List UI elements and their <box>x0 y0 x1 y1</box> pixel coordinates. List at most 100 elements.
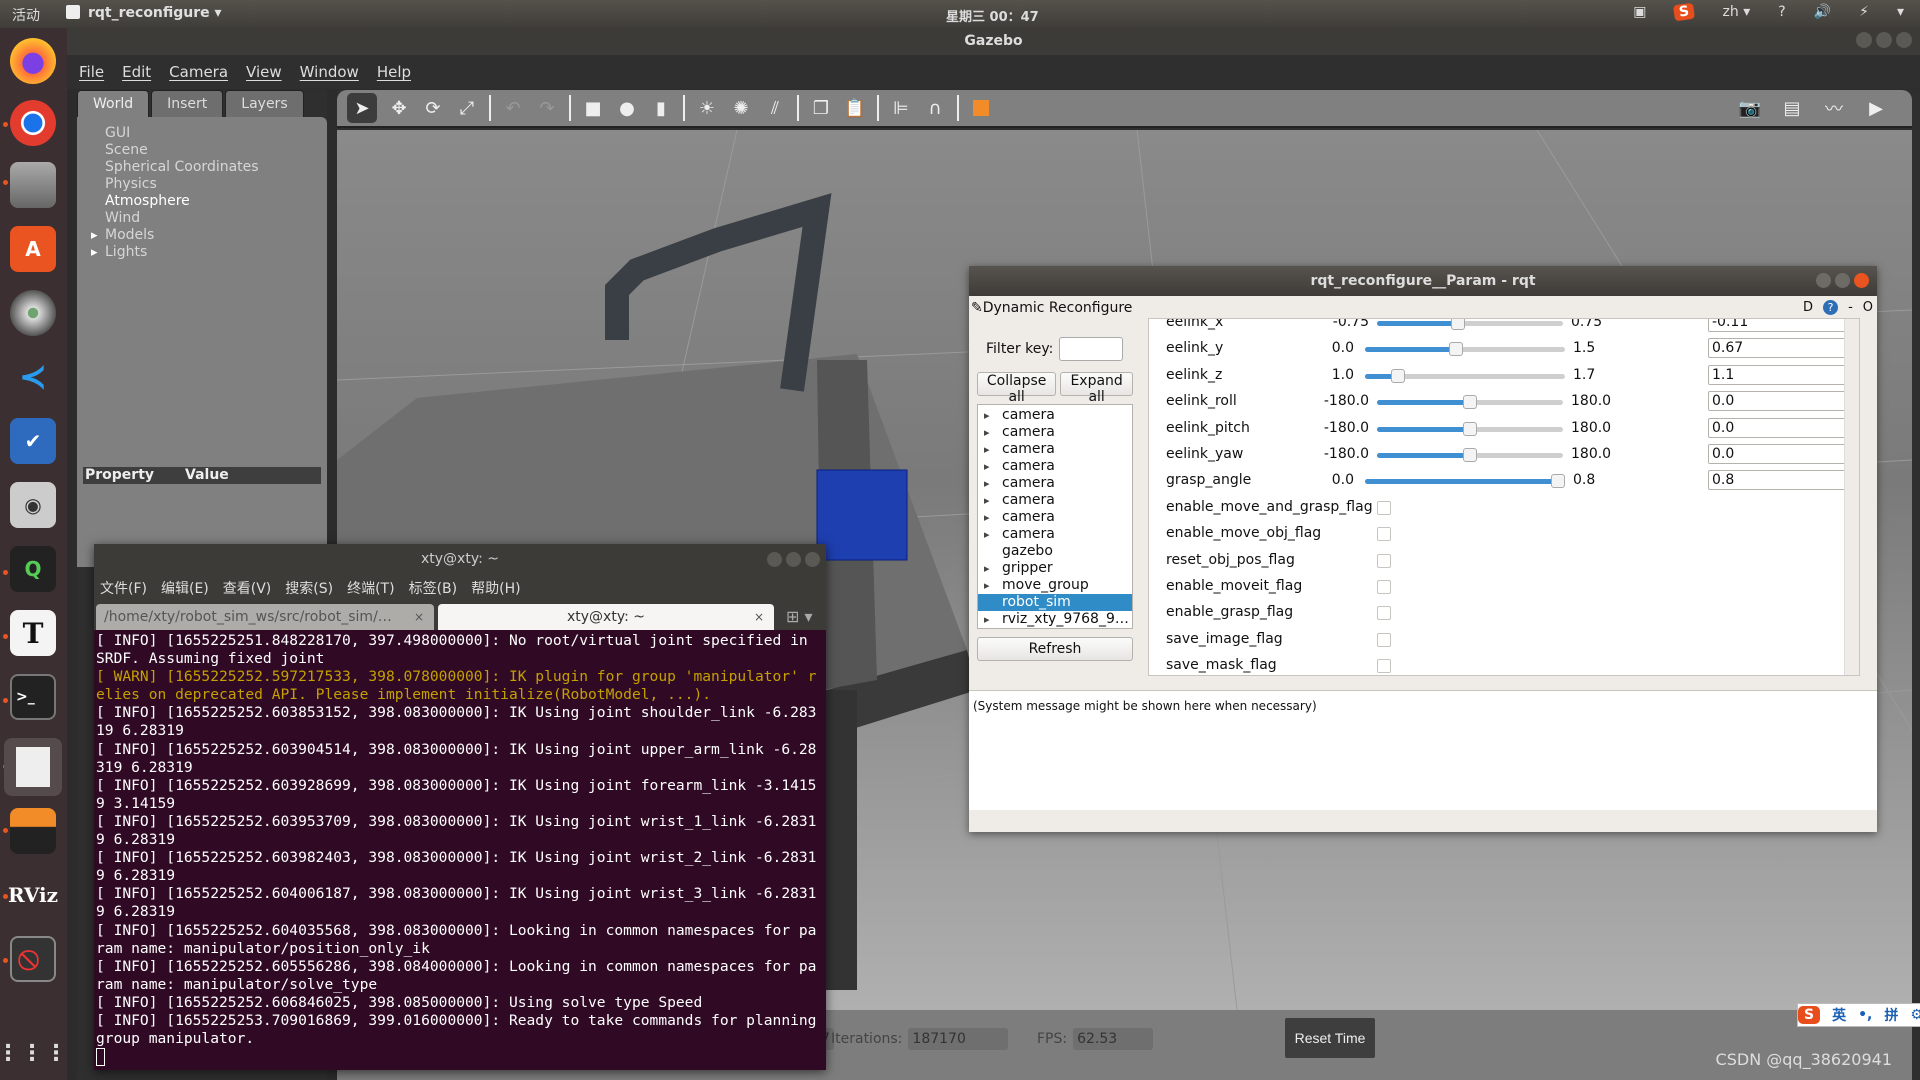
param-value-input[interactable]: 0.0 <box>1708 391 1848 412</box>
language-selector[interactable]: zh ▾ <box>1723 4 1751 20</box>
rviz-icon[interactable]: RViz <box>8 872 58 918</box>
log-icon[interactable]: ▤ <box>1780 96 1804 120</box>
file-cabinet-icon[interactable] <box>10 162 56 208</box>
flag-checkbox[interactable] <box>1377 632 1391 647</box>
app-grid-icon[interactable]: ⋮⋮⋮ <box>0 1030 67 1076</box>
activities-button[interactable]: 活动 <box>12 5 40 25</box>
dock-button[interactable]: D <box>1803 300 1813 315</box>
checkbox-icon[interactable]: ✔ <box>10 418 56 464</box>
param-value-input[interactable]: 0.0 <box>1708 417 1848 438</box>
eye-icon[interactable] <box>10 290 56 336</box>
menu-view[interactable]: 查看(V) <box>223 578 272 598</box>
terminal-output[interactable]: [ INFO] [1655225251.848228170, 397.49800… <box>94 630 826 1070</box>
param-slider[interactable] <box>1377 421 1563 436</box>
v2ray-icon[interactable]: Q <box>10 546 56 592</box>
spot-light-icon[interactable]: ✺ <box>729 96 753 120</box>
slider-handle[interactable] <box>1463 421 1477 436</box>
slider-handle[interactable] <box>1551 474 1565 489</box>
rotate-icon[interactable]: ⟳ <box>421 96 445 120</box>
text-editor-icon[interactable] <box>4 738 62 796</box>
node-tree-item[interactable]: camera <box>978 424 1132 441</box>
node-tree-item[interactable]: camera <box>978 458 1132 475</box>
redo-icon[interactable]: ↷ <box>535 96 559 120</box>
directional-light-icon[interactable]: ⫽ <box>763 96 787 120</box>
maximize-button[interactable] <box>1835 273 1850 288</box>
battery-charging-icon[interactable]: ⚡ <box>1859 4 1869 20</box>
camera-screenshot-icon[interactable]: 📷 <box>1738 96 1762 120</box>
slider-handle[interactable] <box>1450 319 1465 330</box>
menu-edit[interactable]: 编辑(E) <box>161 578 209 598</box>
menu-view[interactable]: View <box>246 63 282 81</box>
param-value-input[interactable]: -0.11 <box>1708 319 1848 332</box>
flag-checkbox[interactable] <box>1377 606 1391 621</box>
paste-icon[interactable]: 📋 <box>843 96 867 120</box>
world-tree-item[interactable]: GUI <box>105 125 327 142</box>
terminal-tab-active[interactable]: xty@xty: ~ × <box>438 604 774 630</box>
terminal-tab[interactable]: /home/xty/robot_sim_ws/src/robot_sim/… × <box>96 604 434 630</box>
world-tree-item[interactable]: Models <box>105 227 327 244</box>
world-tree-item[interactable]: Spherical Coordinates <box>105 159 327 176</box>
video-record-icon[interactable]: ▶ <box>1864 96 1888 120</box>
terminal-title-bar[interactable]: xty@xty: ~ <box>94 544 826 574</box>
menu-search[interactable]: 搜索(S) <box>285 578 333 598</box>
undo-icon[interactable]: ↶ <box>501 96 525 120</box>
world-tree-item[interactable]: Scene <box>105 142 327 159</box>
refresh-button[interactable]: Refresh <box>977 637 1133 661</box>
software-center-icon[interactable]: A <box>10 226 56 272</box>
rqt-title-bar[interactable]: rqt_reconfigure__Param - rqt <box>969 266 1877 296</box>
world-tree-item[interactable]: Atmosphere <box>105 193 327 210</box>
menu-edit[interactable]: Edit <box>122 63 151 81</box>
close-tab-icon[interactable]: × <box>754 610 764 624</box>
translate-icon[interactable]: ✥ <box>387 96 411 120</box>
menu-terminal[interactable]: 终端(T) <box>347 578 394 598</box>
world-tree-item[interactable]: Lights <box>105 244 327 261</box>
param-value-input[interactable]: 0.0 <box>1708 444 1848 464</box>
tab-insert[interactable]: Insert <box>151 90 224 117</box>
help-icon[interactable]: ? <box>1823 300 1839 315</box>
flag-checkbox[interactable] <box>1377 580 1391 594</box>
ime-settings-icon[interactable]: ⚙ <box>1910 1007 1920 1023</box>
param-slider[interactable] <box>1377 319 1563 330</box>
slider-handle[interactable] <box>1463 448 1477 462</box>
node-tree-item[interactable]: gripper <box>978 560 1132 577</box>
scrollbar[interactable] <box>1844 319 1859 675</box>
tab-layers[interactable]: Layers <box>225 90 304 117</box>
minimize-button[interactable] <box>767 552 782 567</box>
slider-handle[interactable] <box>1391 368 1406 383</box>
network-unknown-icon[interactable]: ? <box>1778 4 1785 20</box>
param-slider[interactable] <box>1365 368 1565 383</box>
sogou-logo-icon[interactable]: S <box>1798 1006 1821 1024</box>
node-tree-item[interactable]: camera <box>978 441 1132 458</box>
close-tab-icon[interactable]: × <box>414 610 424 624</box>
firefox-icon[interactable] <box>10 38 56 84</box>
minimize-plugin-button[interactable]: - <box>1848 300 1853 315</box>
node-tree-item[interactable]: camera <box>978 492 1132 509</box>
clock[interactable]: 星期三 00：47 <box>946 6 1039 25</box>
param-slider[interactable] <box>1365 474 1565 489</box>
menu-file[interactable]: 文件(F) <box>100 578 147 598</box>
menu-help[interactable]: Help <box>377 63 411 81</box>
minimize-button[interactable] <box>1816 273 1831 288</box>
close-button[interactable] <box>805 552 820 567</box>
slider-handle[interactable] <box>1463 395 1477 410</box>
ime-mode[interactable]: 英 <box>1832 1005 1846 1025</box>
slider-handle[interactable] <box>1448 342 1463 357</box>
param-value-input[interactable]: 0.67 <box>1708 338 1848 359</box>
minimize-button[interactable] <box>1856 32 1872 48</box>
param-slider[interactable] <box>1365 342 1565 357</box>
filter-key-input[interactable] <box>1059 337 1124 361</box>
ime-pinyin[interactable]: 拼 <box>1884 1005 1898 1025</box>
node-tree-item[interactable]: camera <box>978 407 1132 424</box>
param-slider[interactable] <box>1377 395 1563 410</box>
prohibited-icon[interactable]: ⃠ <box>10 936 56 982</box>
vscode-icon[interactable]: ≺ <box>10 354 56 400</box>
close-button[interactable] <box>1896 32 1912 48</box>
collapse-all-button[interactable]: Collapse all <box>977 372 1057 405</box>
select-arrow-icon[interactable]: ➤ <box>347 93 377 123</box>
close-button[interactable] <box>1854 273 1869 288</box>
node-tree-item[interactable]: camera <box>978 509 1132 526</box>
copy-icon[interactable]: ❐ <box>809 96 833 120</box>
terminal-icon[interactable]: >_ <box>10 674 56 720</box>
reset-time-button[interactable]: Reset Time <box>1285 1018 1375 1058</box>
param-slider[interactable] <box>1377 448 1563 462</box>
